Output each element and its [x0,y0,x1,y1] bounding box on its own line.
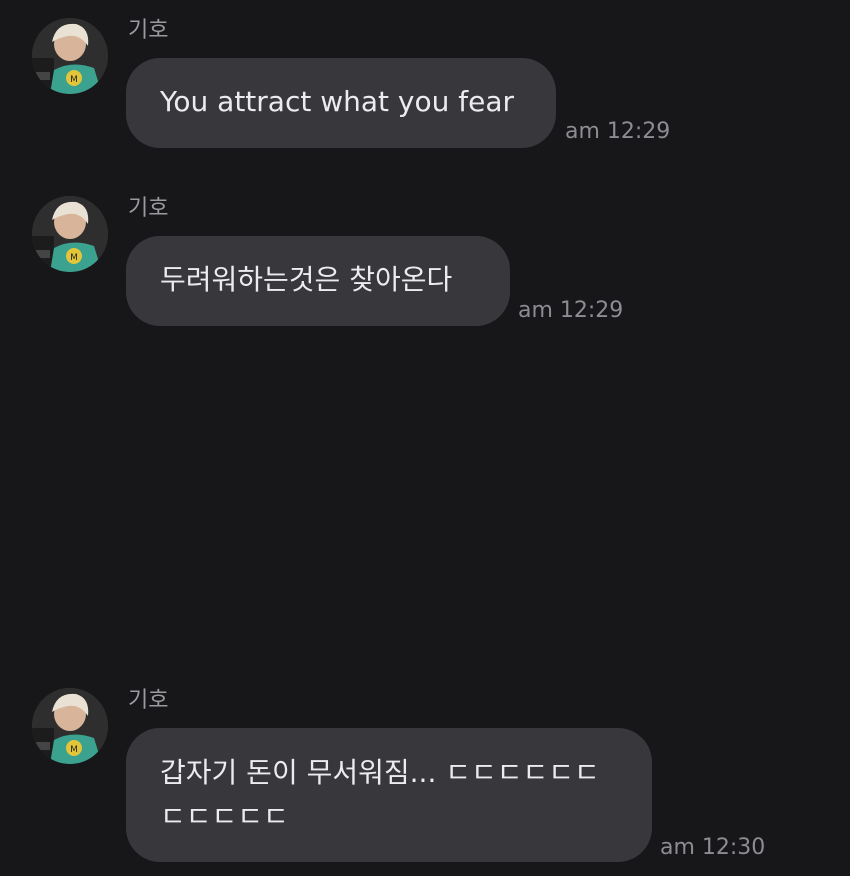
sender-avatar-icon[interactable]: M [32,196,108,272]
svg-text:M: M [70,745,78,755]
message-bubble[interactable]: You attract what you fear [126,58,556,148]
message-text: You attract what you fear [160,85,515,118]
sender-name: 기호 [128,18,169,43]
svg-text:M: M [70,75,78,85]
message-text-line: ㄷㄷㄷㄷㄷ [160,800,289,833]
svg-text:M: M [70,253,78,263]
sender-name: 기호 [128,688,169,713]
message-text: 두려워하는것은 찾아온다 [160,263,453,296]
message-bubble[interactable]: 두려워하는것은 찾아온다 [126,236,510,326]
message-time: am 12:29 [518,298,624,323]
sender-name: 기호 [128,196,169,221]
sender-avatar-icon[interactable]: M [32,18,108,94]
message-time: am 12:29 [565,119,671,144]
message-bubble[interactable]: 갑자기 돈이 무서워짐... ㄷㄷㄷㄷㄷㄷ ㄷㄷㄷㄷㄷ [126,728,652,862]
sender-avatar-icon[interactable]: M [32,688,108,764]
message-time: am 12:30 [660,835,766,860]
message-text-line: 갑자기 돈이 무서워짐... ㄷㄷㄷㄷㄷㄷ [160,756,600,789]
chat-screen: M 기호 You attract what you fear am 12:29 … [0,0,850,876]
